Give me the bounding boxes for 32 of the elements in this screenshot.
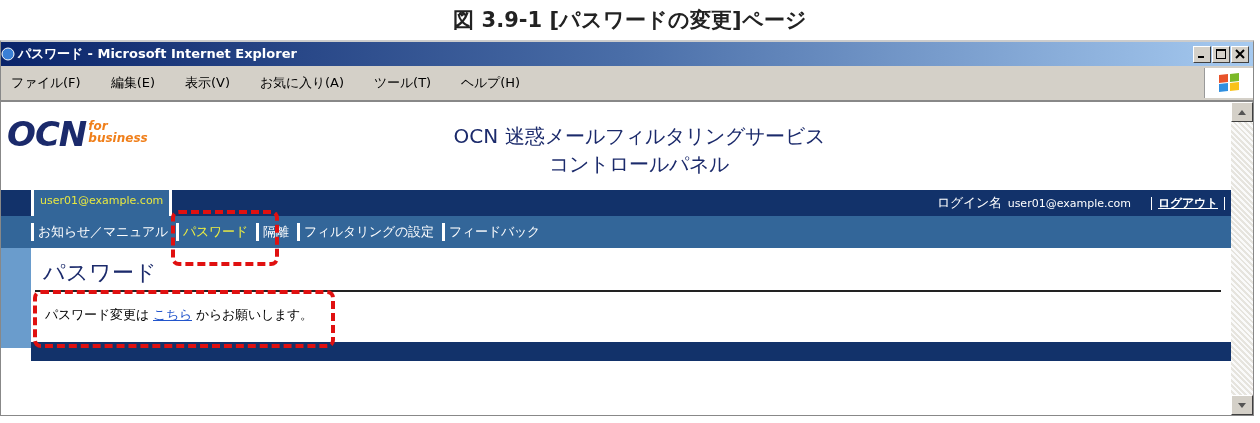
- maximize-button[interactable]: [1212, 45, 1230, 63]
- windows-logo-icon: [1204, 68, 1253, 98]
- minimize-button[interactable]: [1193, 45, 1211, 63]
- menu-item[interactable]: お気に入り(A): [260, 74, 345, 92]
- page-title: OCN 迷惑メールフィルタリングサービス: [452, 123, 826, 150]
- menu-item[interactable]: 編集(E): [110, 74, 155, 92]
- logout-link[interactable]: ログアウト: [1158, 194, 1218, 212]
- scroll-up-button[interactable]: [1231, 102, 1253, 122]
- nav-tab[interactable]: お知らせ／マニュアル: [31, 223, 176, 241]
- menu-item[interactable]: ファイル(F): [11, 74, 81, 92]
- message-text: パスワード変更は こちら からお願いします。: [45, 306, 313, 324]
- nav-tab[interactable]: パスワード: [176, 223, 256, 241]
- menu-item[interactable]: ヘルプ(H): [461, 74, 521, 92]
- menu-item[interactable]: 表示(V): [185, 74, 231, 92]
- page-title: コントロールパネル: [548, 151, 730, 178]
- close-button[interactable]: [1231, 45, 1249, 63]
- login-user: user01@example.com: [1007, 196, 1131, 210]
- login-label: ログイン名: [936, 194, 1002, 212]
- maximize-icon: [1216, 49, 1226, 59]
- down-arrow-icon: [1238, 402, 1246, 408]
- globe-icon: [1, 47, 15, 61]
- close-icon: [1235, 49, 1245, 59]
- section-heading: パスワード: [42, 259, 158, 287]
- window-title: パスワード - Microsoft Internet Explorer: [18, 45, 297, 63]
- here-link[interactable]: こちら: [153, 307, 192, 322]
- figure-caption: 図 3.9-1 [パスワードの変更]ページ: [452, 7, 808, 34]
- up-arrow-icon: [1238, 109, 1246, 115]
- menu-item[interactable]: ツール(T): [374, 74, 432, 92]
- nav-tab[interactable]: フィルタリングの設定: [297, 223, 442, 241]
- scrollbar[interactable]: [1231, 102, 1253, 415]
- nav-tab[interactable]: フィードバック: [442, 223, 548, 241]
- scroll-down-button[interactable]: [1231, 395, 1253, 415]
